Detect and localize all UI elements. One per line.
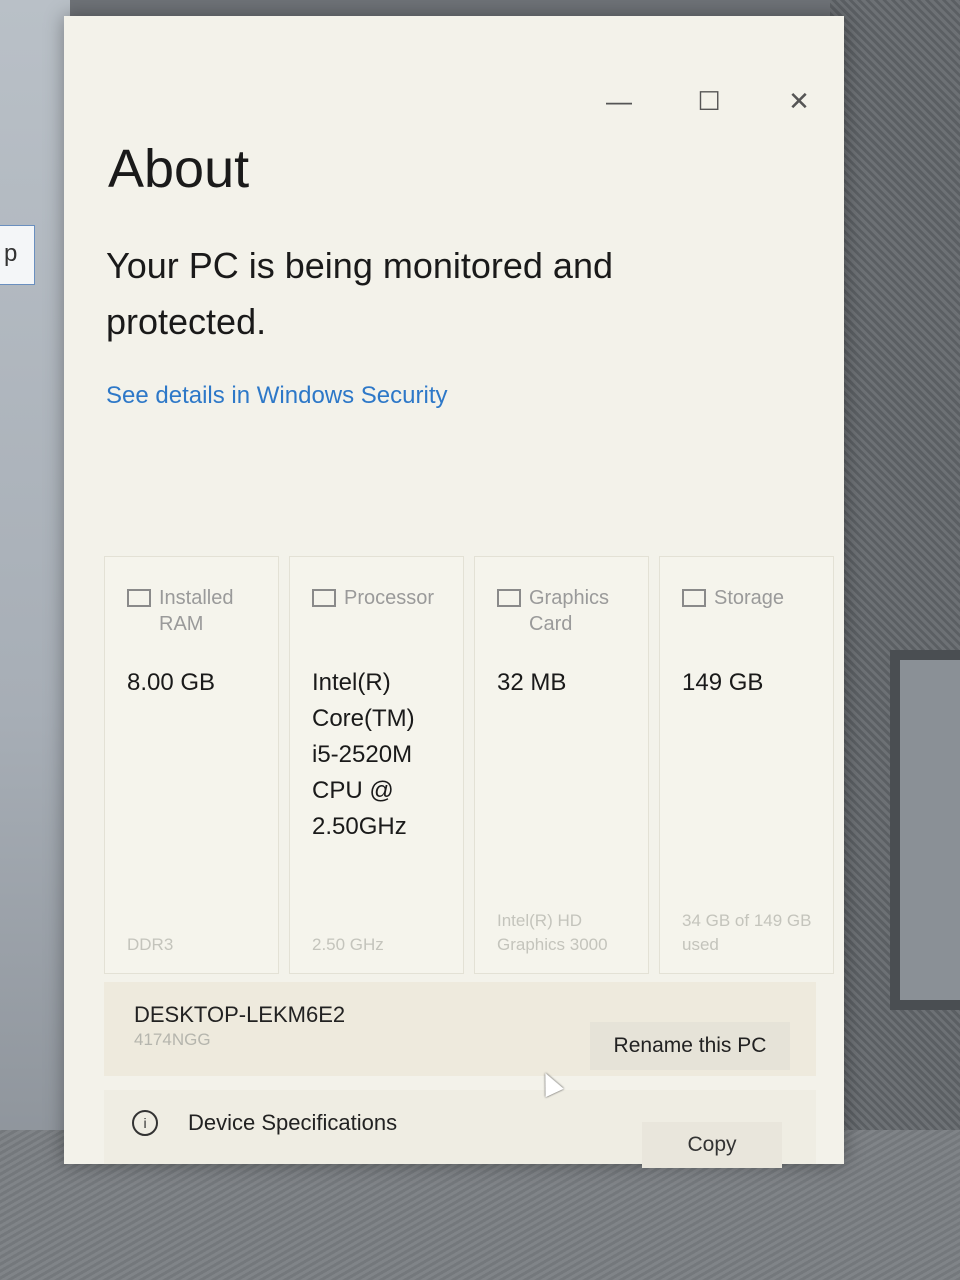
pc-name: DESKTOP-LEKM6E2 bbox=[134, 1002, 346, 1027]
spec-label: Storage bbox=[714, 587, 785, 609]
spec-label: Graphics Card bbox=[529, 587, 610, 635]
background-settings-panel bbox=[0, 0, 70, 1180]
spec-value: 149 GB bbox=[682, 669, 764, 696]
memory-icon bbox=[127, 589, 151, 607]
spec-detail: DDR3 bbox=[127, 935, 174, 954]
spec-detail: Intel(R) HD Graphics 3000 bbox=[497, 911, 608, 954]
minimize-button[interactable]: — bbox=[574, 78, 664, 124]
spec-card-storage: Storage 149 GB 34 GB of 149 GB used bbox=[659, 556, 834, 974]
spec-cards: Installed RAM 8.00 GB DDR3 Processor Int… bbox=[104, 556, 834, 974]
rename-pc-button[interactable]: Rename this PC bbox=[590, 1022, 790, 1070]
pc-model: 4174NGG bbox=[134, 1030, 211, 1049]
page-title: About bbox=[108, 139, 250, 199]
device-specifications-title: Device Specifications bbox=[188, 1110, 398, 1135]
processor-icon bbox=[312, 589, 336, 607]
background-search-box: p bbox=[0, 225, 35, 285]
spec-value: Intel(R) Core(TM) i5-2520M CPU @ 2.50GHz bbox=[312, 669, 415, 840]
spec-card-graphics: Graphics Card 32 MB Intel(R) HD Graphics… bbox=[474, 556, 649, 974]
spec-value: 32 MB bbox=[497, 669, 567, 696]
spec-card-processor: Processor Intel(R) Core(TM) i5-2520M CPU… bbox=[289, 556, 464, 974]
storage-icon bbox=[682, 589, 706, 607]
spec-detail: 34 GB of 149 GB used bbox=[682, 911, 812, 954]
background-desk-surface bbox=[830, 0, 960, 1280]
security-status-message: Your PC is being monitored and protected… bbox=[106, 245, 613, 342]
pc-name-panel: DESKTOP-LEKM6E2 4174NGG Rename this PC bbox=[104, 982, 816, 1076]
window-controls: — ☐ ✕ bbox=[574, 78, 844, 124]
maximize-button[interactable]: ☐ bbox=[664, 78, 754, 124]
background-search-glyph: p bbox=[4, 240, 18, 267]
graphics-card-icon bbox=[497, 589, 521, 607]
spec-label: Installed RAM bbox=[159, 587, 234, 635]
close-button[interactable]: ✕ bbox=[754, 78, 844, 124]
spec-card-ram: Installed RAM 8.00 GB DDR3 bbox=[104, 556, 279, 974]
copy-button[interactable]: Copy bbox=[642, 1122, 782, 1168]
spec-label: Processor bbox=[344, 587, 435, 609]
windows-security-link[interactable]: See details in Windows Security bbox=[106, 382, 447, 410]
info-icon: i bbox=[132, 1110, 158, 1136]
device-specifications-section[interactable]: i Device Specifications Copy bbox=[104, 1090, 816, 1168]
spec-value: 8.00 GB bbox=[127, 669, 216, 696]
spec-detail: 2.50 GHz bbox=[312, 935, 384, 954]
background-device-frame bbox=[890, 650, 960, 1010]
about-window: — ☐ ✕ About Your PC is being monitored a… bbox=[64, 16, 844, 1168]
